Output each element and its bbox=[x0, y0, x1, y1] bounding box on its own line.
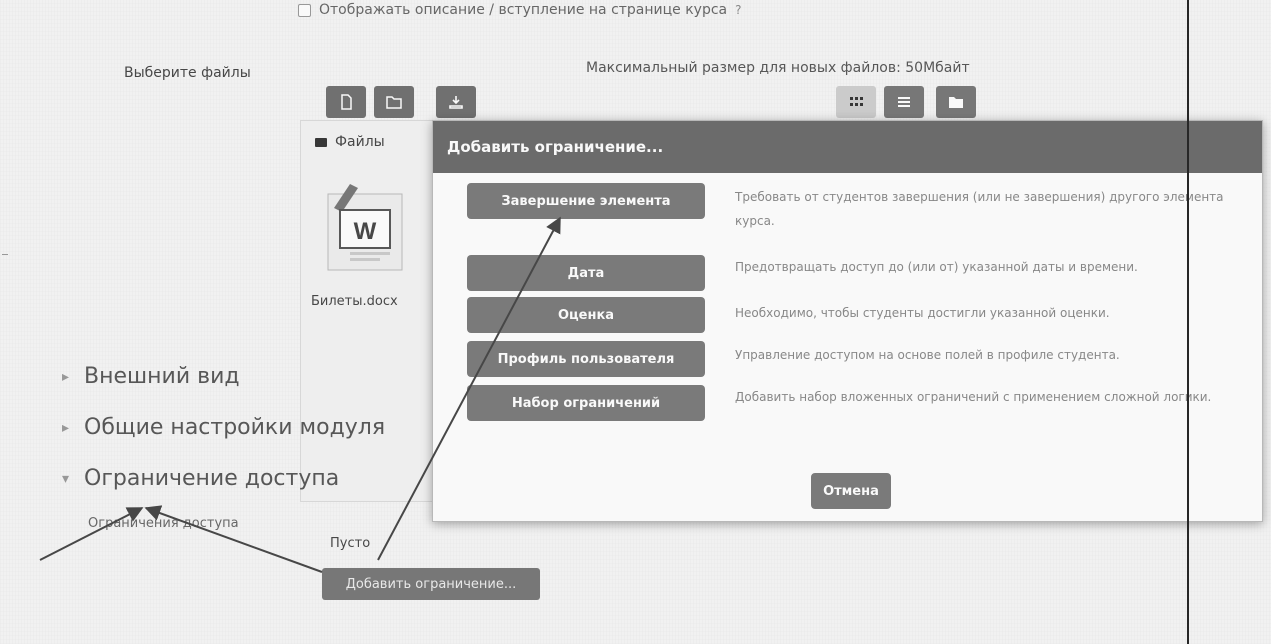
grade-description: Необходимо, чтобы студенты достигли указ… bbox=[735, 306, 1110, 320]
grid-view-icon bbox=[850, 97, 863, 106]
restrictions-empty-text: Пусто bbox=[330, 536, 371, 551]
section-appearance[interactable]: ▸ Внешний вид bbox=[62, 364, 240, 389]
chevron-down-icon: ▾ bbox=[62, 470, 70, 487]
create-folder-button[interactable] bbox=[374, 86, 414, 118]
file-thumbnail[interactable]: W bbox=[322, 178, 412, 276]
create-folder-icon bbox=[386, 96, 402, 109]
download-button[interactable] bbox=[436, 86, 476, 118]
activity-completion-description: Требовать от студентов завершения (или н… bbox=[735, 190, 1224, 228]
svg-text:W: W bbox=[354, 218, 377, 245]
user-profile-description: Управление доступом на основе полей в пр… bbox=[735, 348, 1120, 362]
select-files-label: Выберите файлы bbox=[124, 65, 251, 81]
section-title: Общие настройки модуля bbox=[84, 415, 386, 440]
breadcrumb[interactable]: Файлы bbox=[315, 134, 385, 150]
scan-mark bbox=[2, 254, 8, 255]
show-description-row[interactable]: Отображать описание / вступление на стра… bbox=[298, 2, 742, 18]
word-document-icon: W bbox=[327, 184, 403, 271]
show-description-label: Отображать описание / вступление на стра… bbox=[319, 2, 728, 18]
tree-view-icon bbox=[949, 97, 963, 108]
user-profile-button[interactable]: Профиль пользователя bbox=[467, 341, 705, 377]
date-button[interactable]: Дата bbox=[467, 255, 705, 291]
add-restriction-button[interactable]: Добавить ограничение... bbox=[322, 568, 540, 600]
access-restrictions-label: Ограничения доступа bbox=[88, 516, 239, 531]
restriction-set-description: Добавить набор вложенных ограничений с п… bbox=[735, 390, 1212, 404]
section-common-settings[interactable]: ▸ Общие настройки модуля bbox=[62, 415, 385, 440]
chevron-right-icon: ▸ bbox=[62, 419, 70, 436]
section-title: Внешний вид bbox=[84, 364, 240, 389]
dialog-title: Добавить ограничение... bbox=[433, 121, 1262, 173]
chevron-right-icon: ▸ bbox=[62, 368, 70, 385]
grid-view-button[interactable] bbox=[836, 86, 876, 118]
max-file-size-text: Максимальный размер для новых файлов: 50… bbox=[586, 60, 970, 76]
folder-icon bbox=[315, 137, 327, 147]
add-restriction-dialog: Добавить ограничение... Завершение элеме… bbox=[432, 120, 1263, 522]
grade-button[interactable]: Оценка bbox=[467, 297, 705, 333]
breadcrumb-files: Файлы bbox=[335, 134, 385, 150]
list-view-icon bbox=[898, 97, 910, 107]
add-file-button[interactable] bbox=[326, 86, 366, 118]
question-icon[interactable]: ? bbox=[735, 3, 741, 17]
date-description: Предотвращать доступ до (или от) указанн… bbox=[735, 260, 1138, 274]
show-description-checkbox[interactable] bbox=[298, 3, 311, 17]
scan-fold-line bbox=[1187, 0, 1189, 644]
restriction-set-button[interactable]: Набор ограничений bbox=[467, 385, 705, 421]
tree-view-button[interactable] bbox=[936, 86, 976, 118]
file-name[interactable]: Билеты.docx bbox=[311, 294, 398, 309]
activity-completion-button[interactable]: Завершение элемента bbox=[467, 183, 705, 219]
section-access-restriction[interactable]: ▾ Ограничение доступа bbox=[62, 466, 339, 491]
download-icon bbox=[449, 96, 463, 109]
cancel-button[interactable]: Отмена bbox=[811, 473, 891, 509]
list-view-button[interactable] bbox=[884, 86, 924, 118]
add-file-icon bbox=[341, 94, 352, 110]
section-title: Ограничение доступа bbox=[84, 466, 340, 491]
